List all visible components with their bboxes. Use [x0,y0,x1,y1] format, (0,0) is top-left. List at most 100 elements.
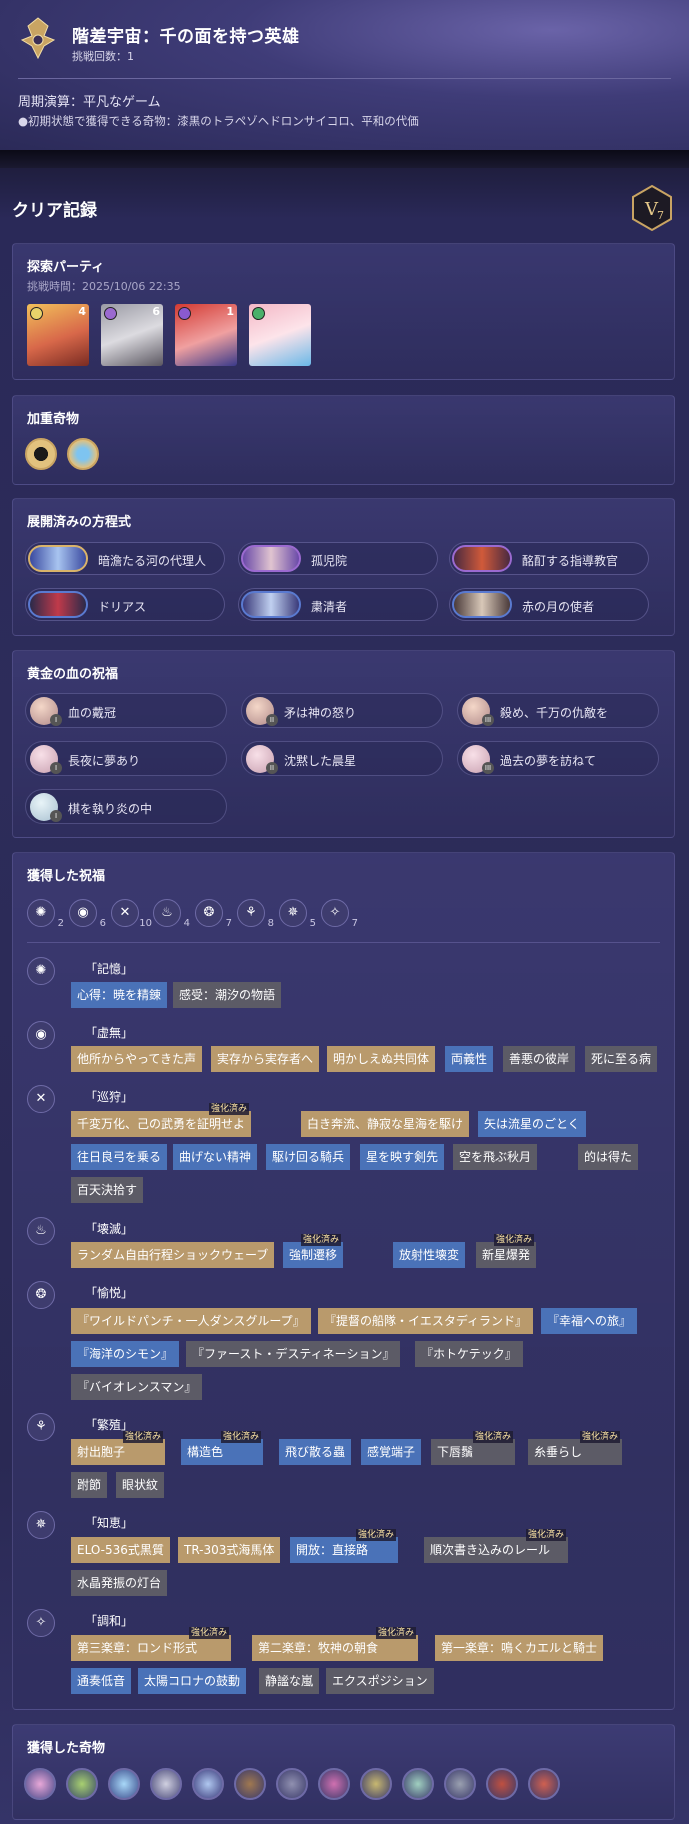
blessing-tag[interactable]: 第二楽章：牧神の朝食 強化済み [252,1627,419,1661]
enhanced-badge: 強化済み [123,1431,164,1443]
curio-icon[interactable] [360,1768,392,1800]
enhanced-badge: 強化済み [209,1103,250,1115]
blessing-tag[interactable]: 開放：直接路 強化済み [290,1529,399,1563]
party-member-3[interactable]: 1 [175,304,237,366]
curio-icon[interactable] [276,1768,308,1800]
equation-image [452,545,512,572]
blessing-tag[interactable]: 下唇鬚 強化済み [431,1431,516,1465]
blessing-tag[interactable]: 飛び散る蟲 [279,1439,352,1465]
party-member-1[interactable]: 4 [27,304,89,366]
blessing-tag[interactable]: 感受：潮汐の物語 [173,982,282,1008]
equation-label: 粛清者 [311,600,348,614]
blessing-tag[interactable]: 放射性壊変 [393,1242,466,1268]
path-name: 「知恵」 [85,1516,134,1530]
enhanced-badge: 強化済み [376,1627,417,1639]
blessing-tag[interactable]: 順次書き込みのレール 強化済み [424,1529,569,1563]
blessing-tag[interactable]: 感覚端子 [361,1439,422,1465]
blessing-tag[interactable]: 『ワイルドパンチ・一人ダンスグループ』 [71,1308,311,1334]
blessing-tag[interactable]: 実存から実存者へ [211,1046,320,1072]
curio-icon[interactable] [24,1768,56,1800]
blessing-tag[interactable]: エクスポジション [326,1668,434,1694]
rank-badge: II [266,762,278,774]
blessing-tag[interactable]: 空を飛ぶ秋月 [453,1144,538,1170]
blessing-tag[interactable]: 構造色 強化済み [181,1431,264,1465]
equation-item[interactable]: 孤児院 [238,542,438,575]
badge-number: 7 [657,209,664,222]
golden-blood-panel: 黄金の血の祝福 I 血の戴冠 II 矛は神の怒り III 殺め、千万の仇敵を I… [12,650,675,838]
blessing-tag[interactable]: 静謐な嵐 [259,1668,320,1694]
curio-icon[interactable] [528,1768,560,1800]
blessing-tag[interactable]: 死に至る病 [585,1046,658,1072]
curio-icon[interactable] [444,1768,476,1800]
blessing-tag[interactable]: 『バイオレンスマン』 [71,1374,203,1400]
blessing-tag[interactable]: 『提督の船隊・イエスタディランド』 [318,1308,534,1334]
curio-icon[interactable] [318,1768,350,1800]
equation-item[interactable]: 赤の月の使者 [449,588,649,621]
golden-blood-item[interactable]: I 棋を執り炎の中 [25,789,227,824]
blessing-tag[interactable]: 新星爆発 強化済み [476,1234,537,1268]
party-member-2[interactable]: 6 [101,304,163,366]
blessing-tag[interactable]: 星を映す剣先 [360,1144,445,1170]
blessing-tag[interactable]: 両義性 [445,1046,494,1072]
blessing-tag[interactable]: 他所からやってきた声 [71,1046,203,1072]
blessing-tag[interactable]: 的は得た [578,1144,639,1170]
blessing-tag[interactable]: 曲げない精神 [173,1144,258,1170]
blessing-tag[interactable]: 明かしえぬ共同体 [327,1046,436,1072]
equation-item[interactable]: ドリアス [25,588,225,621]
curio-icon[interactable] [234,1768,266,1800]
trapezohedron-dice-icon[interactable] [25,438,57,470]
blessing-tag[interactable]: 白き奔流、静寂な星海を駆け [301,1111,470,1137]
challenge-count: 挑戦回数：1 [72,50,134,63]
hunt-path-icon: ✕ [27,1085,55,1113]
equation-item[interactable]: 粛清者 [238,588,438,621]
blessing-tag[interactable]: 往日良弓を乗る [71,1144,168,1170]
curio-icon[interactable] [66,1768,98,1800]
curio-icon[interactable] [150,1768,182,1800]
blessing-tag[interactable]: 『ファースト・デスティネーション』 [186,1341,401,1367]
blessing-tag[interactable]: 心得：暁を精錬 [71,982,168,1008]
blessing-tag[interactable]: 百天決拾す [71,1177,144,1203]
blessing-tag[interactable]: 千変万化、己の武勇を証明せよ 強化済み [71,1103,252,1137]
equation-image [241,591,301,618]
blessing-tag[interactable]: 『幸福への旅』 [541,1308,638,1334]
blessing-tag[interactable]: ELO-536式黒質 [71,1537,170,1563]
party-member-4[interactable] [249,304,311,366]
golden-blood-item[interactable]: III 過去の夢を訪ねて [457,741,659,776]
curio-icon[interactable] [486,1768,518,1800]
elation-path-icon: ❂ 7 [195,899,232,929]
curio-icon[interactable] [402,1768,434,1800]
rank-badge: I [50,714,62,726]
blessing-tag[interactable]: TR-303式海馬体 [178,1537,281,1563]
blessing-tag[interactable]: 射出胞子 強化済み [71,1431,166,1465]
blessing-tag[interactable]: 跗節 [71,1472,108,1498]
blessing-tag[interactable]: 『海洋のシモン』 [71,1341,180,1367]
blessing-tag[interactable]: 『ホトケテック』 [415,1341,523,1367]
blessing-tag[interactable]: 第一楽章：鳴くカエルと騎士 [435,1635,604,1661]
golden-blood-item[interactable]: II 矛は神の怒り [241,693,443,728]
equation-label: ドリアス [98,600,147,614]
golden-blood-item[interactable]: II 沈黙した晨星 [241,741,443,776]
blessing-tag[interactable]: 眼状紋 [116,1472,165,1498]
equation-item[interactable]: 酩酊する指導教官 [449,542,649,575]
erudition-path-icon: ✵ 5 [279,899,316,929]
blessing-tag[interactable]: ランダム自由行程ショックウェーブ [71,1242,275,1268]
blessing-tag[interactable]: 強制遷移 強化済み [283,1234,344,1268]
golden-blood-item[interactable]: I 長夜に夢あり [25,741,227,776]
curio-icon[interactable] [192,1768,224,1800]
blessing-tag[interactable]: 通奏低音 [71,1668,132,1694]
blessing-tag[interactable]: 太陽コロナの鼓動 [138,1668,247,1694]
path-count: 7 [351,918,358,929]
golden-blood-item[interactable]: III 殺め、千万の仇敵を [457,693,659,728]
equation-item[interactable]: 暗澹たる河の代理人 [25,542,225,575]
blessing-tag[interactable]: 水晶発振の灯台 [71,1570,168,1596]
enhanced-badge: 強化済み [473,1431,514,1443]
golden-blood-item[interactable]: I 血の戴冠 [25,693,227,728]
blessing-tag[interactable]: 第三楽章：ロンド形式 強化済み [71,1627,232,1661]
curio-icon[interactable] [108,1768,140,1800]
blessing-tag[interactable]: 矢は流星のごとく [478,1111,586,1137]
blessing-tag[interactable]: 駆け回る騎兵 [266,1144,351,1170]
blessing-tag[interactable]: 善悪の彼岸 [503,1046,576,1072]
blessing-tag[interactable]: 糸垂らし 強化済み [528,1431,623,1465]
equation-label: 赤の月の使者 [522,600,595,614]
price-of-peace-icon[interactable] [67,438,99,470]
